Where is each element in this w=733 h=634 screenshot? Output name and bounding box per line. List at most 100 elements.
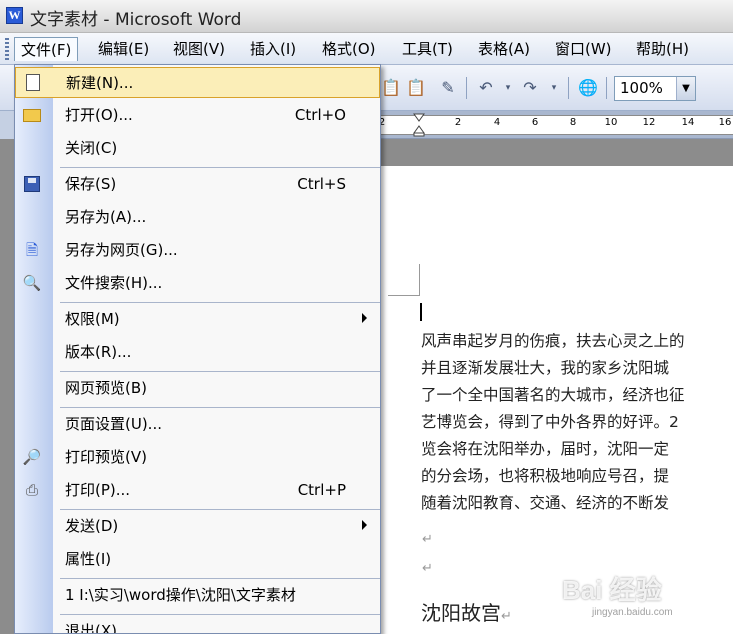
ruler-tick: 4 [493,117,501,128]
ruler-tick: 16 [718,117,732,128]
save-as-web-icon: 🗎 [25,241,39,259]
redo-icon[interactable]: ↷ [520,78,540,98]
open-folder-icon [22,105,42,125]
menu-item-save[interactable]: 保存(S) Ctrl+S [15,169,380,200]
file-menu-dropdown: 新建(N)... 打开(O)... Ctrl+O 关闭(C) 保存(S) Ctr… [14,64,381,634]
undo-dropdown-icon[interactable]: ▾ [498,78,518,98]
menu-item-label: 属性(I) [65,550,112,568]
save-icon [22,174,42,194]
paragraph-mark: ↵ [422,532,433,547]
ruler-tick: 12 [642,117,656,128]
ruler-text-area [380,115,733,135]
watermark-logo: Bai 经验 [562,575,662,605]
text-line: 艺博览会，得到了中外各界的好评。2 [421,413,679,431]
menubar-grip-handle[interactable] [5,38,9,60]
menu-item-label: 网页预览(B) [65,379,147,397]
ruler-tick: 14 [681,117,695,128]
ruler-tick: 8 [569,117,577,128]
indent-marker-icon[interactable] [413,113,425,137]
text-line: 风声串起岁月的伤痕，扶去心灵之上的 [421,332,685,350]
format-painter-icon[interactable]: ✎ [438,78,458,98]
menu-item-open[interactable]: 打开(O)... Ctrl+O [15,100,380,131]
menu-separator [60,509,380,510]
menu-item-recent-file[interactable]: 1 I:\实习\word操作\沈阳\文字素材 [15,580,380,611]
menu-separator [60,167,380,168]
text-line: 的分会场，也将积极地响应号召，提 [421,467,670,485]
submenu-arrow-icon [362,313,367,323]
menu-separator [60,407,380,408]
menu-edit[interactable]: 编辑(E) [92,37,155,61]
menu-item-label: 退出(X) [65,622,117,634]
paragraph-mark: ↵ [501,609,512,624]
menu-item-page-setup[interactable]: 页面设置(U)... [15,409,380,440]
menu-item-save-as-web[interactable]: 🗎 另存为网页(G)... [15,235,380,266]
redo-dropdown-icon[interactable]: ▾ [544,78,564,98]
menu-item-print-preview[interactable]: 🔎 打印预览(V) [15,442,380,473]
menu-item-label: 另存为(A)... [65,208,147,226]
printer-icon: ⎙ [25,481,38,499]
menu-separator [60,614,380,615]
menu-item-file-search[interactable]: 🔍 文件搜索(H)... [15,268,380,299]
watermark-url: jingyan.baidu.com [592,607,673,618]
page-margin-corner-mark [388,264,420,296]
chevron-down-icon[interactable]: ▼ [676,77,695,100]
word-app-icon[interactable]: W [6,7,23,24]
menu-format[interactable]: 格式(O) [316,37,382,61]
text-line: 了一个全中国著名的大城市，经济也征 [421,386,685,404]
toolbar-separator [466,77,467,99]
menu-table[interactable]: 表格(A) [472,37,536,61]
toolbar-separator [568,77,569,99]
window-title: 文字素材 - Microsoft Word [30,10,242,30]
heading-text: 沈阳故宫 [421,601,501,625]
menu-item-label: 新建(N)... [66,74,134,92]
menu-item-exit[interactable]: 退出(X) [15,616,380,634]
menu-item-properties[interactable]: 属性(I) [15,544,380,575]
menu-item-label: 1 I:\实习\word操作\沈阳\文字素材 [65,586,296,604]
text-line: 并且逐渐发展壮大，我的家乡沈阳城 [421,359,670,377]
menu-insert[interactable]: 插入(I) [244,37,302,61]
menu-item-label: 文件搜索(H)... [65,274,163,292]
file-search-icon: 🔍 [22,274,42,292]
document-body-text[interactable]: 风声串起岁月的伤痕，扶去心灵之上的 并且逐渐发展壮大，我的家乡沈阳城 了一个全中… [421,328,733,517]
menu-item-send[interactable]: 发送(D) [15,511,380,542]
toolbar-separator [606,77,607,99]
menu-tools[interactable]: 工具(T) [396,37,459,61]
document-heading[interactable]: 沈阳故宫↵ [421,597,512,626]
submenu-arrow-icon [362,520,367,530]
menu-item-label: 页面设置(U)... [65,415,162,433]
menu-separator [60,578,380,579]
ruler-tick: 6 [531,117,539,128]
menu-item-shortcut: Ctrl+S [297,175,346,193]
menu-item-label: 发送(D) [65,517,119,535]
ruler-tick: 2 [454,117,462,128]
menu-separator [60,371,380,372]
menu-help[interactable]: 帮助(H) [630,37,695,61]
undo-icon[interactable]: ↶ [476,78,496,98]
menu-item-label: 打印预览(V) [65,448,147,466]
menu-item-versions[interactable]: 版本(R)... [15,337,380,368]
menu-item-print[interactable]: ⎙ 打印(P)... Ctrl+P [15,475,380,506]
text-line: 览会将在沈阳举办，届时，沈阳一定 [421,440,670,458]
menu-item-shortcut: Ctrl+P [297,481,346,499]
menu-item-save-as[interactable]: 另存为(A)... [15,202,380,233]
menu-window[interactable]: 窗口(W) [549,37,618,61]
menu-item-permission[interactable]: 权限(M) [15,304,380,335]
text-cursor [420,303,422,321]
baidu-jingyan-watermark: Bai 经验 jingyan.baidu.com [562,570,673,618]
menu-item-web-preview[interactable]: 网页预览(B) [15,373,380,404]
menu-item-label: 版本(R)... [65,343,132,361]
menu-separator [60,302,380,303]
paste-special-icon[interactable]: 📋 [406,78,426,98]
hyperlink-icon[interactable]: 🌐 [578,78,598,98]
zoom-select[interactable]: 100% ▼ [614,76,696,101]
menu-item-label: 保存(S) [65,175,117,193]
menu-item-close[interactable]: 关闭(C) [15,133,380,164]
menu-item-label: 关闭(C) [65,139,118,157]
menu-item-label: 打开(O)... [65,106,133,124]
paste-icon[interactable]: 📋 [381,78,401,98]
menu-bar: 文件(F) 编辑(E) 视图(V) 插入(I) 格式(O) 工具(T) 表格(A… [0,33,733,65]
menu-view[interactable]: 视图(V) [167,37,231,61]
menu-file[interactable]: 文件(F) [14,37,79,61]
menu-item-new[interactable]: 新建(N)... [15,67,380,98]
zoom-value: 100% [620,79,663,97]
